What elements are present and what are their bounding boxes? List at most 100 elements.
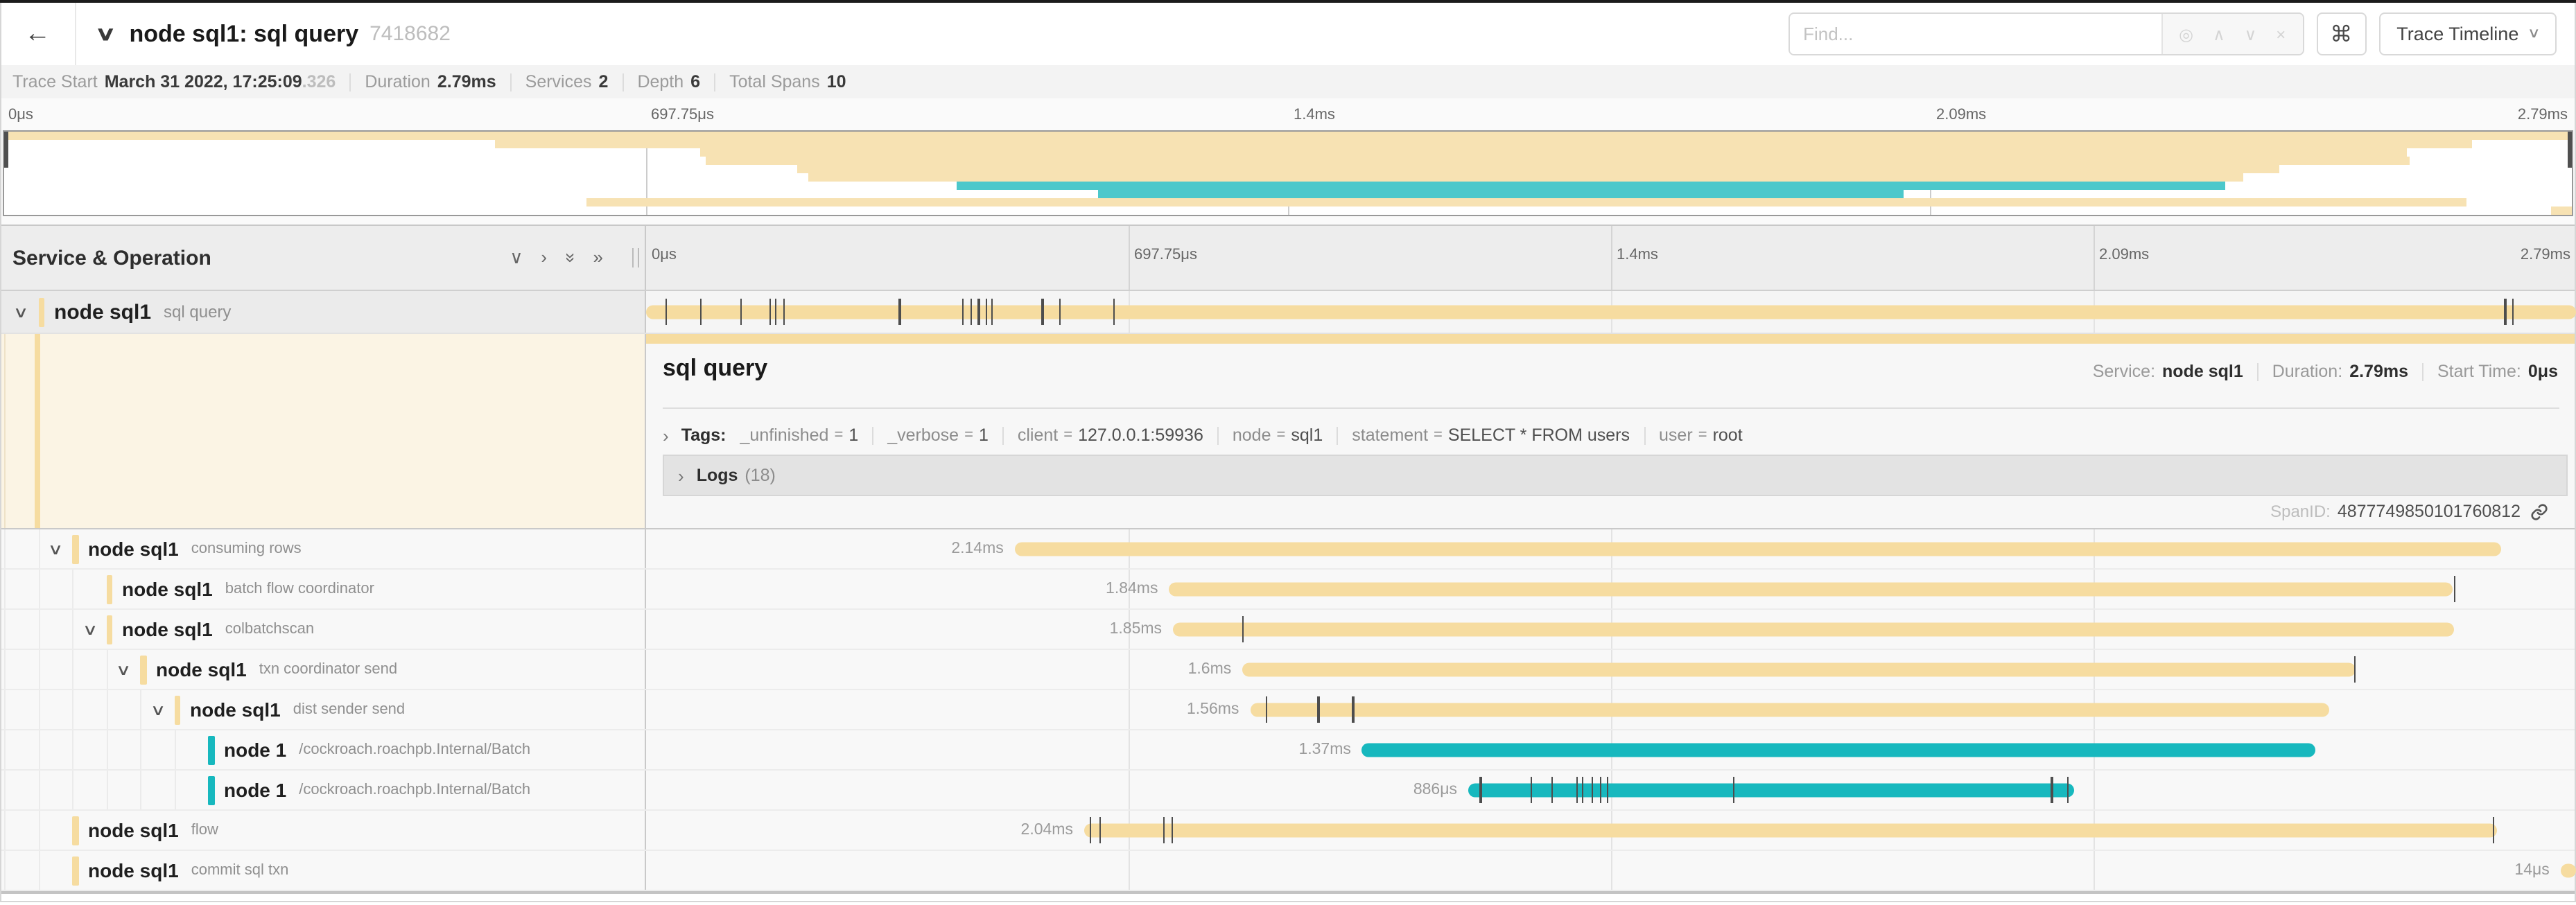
logs-count: (18) [745, 466, 775, 485]
span-bar-cell[interactable]: 1.6ms [646, 650, 2576, 689]
span-name-cell[interactable]: node sql1batch flow coordinator [0, 570, 646, 608]
span-detail-left-panel [0, 334, 646, 528]
separator [1217, 426, 1219, 444]
double-chevron-right-icon[interactable]: » [593, 247, 603, 269]
detail-meta-label: Start Time: [2437, 362, 2521, 381]
span-color-accent [72, 534, 78, 563]
tree-guide [38, 570, 72, 608]
tree-guide [72, 690, 106, 729]
column-resizer-handle[interactable] [632, 248, 639, 267]
tag-value: 1 [979, 425, 989, 445]
minimap-span-bar [957, 182, 2225, 190]
find-next-icon[interactable]: ∨ [2245, 24, 2257, 44]
span-duration-bar[interactable] [1173, 623, 2455, 636]
summary-label: Depth [637, 72, 684, 91]
separator [622, 73, 623, 91]
find-clear-icon[interactable]: × [2276, 24, 2286, 44]
double-chevron-down-icon[interactable]: » [559, 253, 581, 263]
chevron-down-icon[interactable]: ∨ [116, 660, 132, 678]
span-service-name: node sql1 [122, 578, 213, 600]
span-log-tick [776, 299, 777, 325]
span-duration-bar[interactable] [1242, 663, 2356, 676]
span-duration-bar[interactable] [646, 306, 2576, 319]
tree-guide [140, 771, 174, 809]
span-log-tick [783, 299, 785, 325]
span-service-name: node sql1 [88, 859, 179, 881]
span-name-cell[interactable]: ∨node sql1dist sender send [0, 690, 646, 729]
span-log-tick [971, 299, 972, 325]
back-button[interactable]: ← [0, 3, 76, 65]
tree-guide [4, 851, 38, 890]
chevron-down-icon[interactable]: ∨ [150, 701, 166, 719]
span-duration-bar[interactable] [1362, 744, 2315, 757]
span-name-cell[interactable]: ∨node sql1colbatchscan [0, 610, 646, 649]
span-bar-cell[interactable]: 14μs [646, 851, 2576, 890]
chevron-down-icon[interactable]: ∨ [82, 620, 98, 638]
span-duration-bar[interactable] [2561, 864, 2576, 877]
chevron-down-icon[interactable]: ∨ [48, 540, 64, 558]
span-row: node sql1 commit sql txn 14μs [0, 851, 2576, 891]
span-name-cell[interactable]: node 1/cockroach.roachpb.Internal/Batch [0, 730, 646, 769]
span-color-accent [140, 655, 146, 684]
span-log-tick [769, 299, 771, 325]
span-name-cell[interactable]: node 1/cockroach.roachpb.Internal/Batch [0, 771, 646, 809]
span-bar-row-root[interactable] [646, 291, 2576, 333]
span-color-accent [208, 735, 214, 764]
minimap-right-handle[interactable] [2568, 132, 2572, 168]
keyboard-shortcuts-button[interactable]: ⌘ [2316, 12, 2366, 55]
tree-guide [4, 811, 38, 850]
span-duration-label: 886μs [1413, 782, 1457, 798]
separator [714, 73, 715, 91]
span-duration-bar[interactable] [1015, 543, 2501, 556]
span-duration-bar[interactable] [1084, 824, 2497, 837]
minimap-span-bar [1098, 190, 1904, 198]
collapse-trace-icon[interactable]: ∨ [95, 22, 116, 46]
minimap-canvas[interactable] [3, 130, 2573, 216]
minimap-tick-label: 1.4ms [1294, 107, 1335, 123]
chevron-right-icon[interactable]: › [541, 247, 547, 269]
span-bar-cell[interactable]: 1.84ms [646, 570, 2576, 608]
span-name-root[interactable]: ∨ node sql1 sql query [0, 291, 646, 333]
span-bar-cell[interactable]: 1.56ms [646, 690, 2576, 729]
span-duration-bar[interactable] [1468, 784, 2074, 797]
tree-guide [106, 771, 140, 809]
span-duration-label: 2.14ms [951, 541, 1003, 557]
span-bar-cell[interactable]: 2.04ms [646, 811, 2576, 850]
span-id-label: SpanID: [2270, 502, 2331, 521]
link-icon[interactable] [2530, 502, 2548, 520]
chevron-down-icon[interactable]: ∨ [510, 247, 523, 269]
minimap-span-row [4, 157, 2572, 165]
span-name-cell[interactable]: ∨node sql1txn coordinator send [0, 650, 646, 689]
summary-value: 6 [690, 72, 700, 91]
view-selector-button[interactable]: Trace Timeline ∨ [2378, 12, 2557, 55]
span-name-cell[interactable]: node sql1 commit sql txn [0, 851, 646, 890]
span-bar-cell[interactable]: 886μs [646, 771, 2576, 809]
find-input[interactable] [1789, 14, 2161, 54]
span-name-cell[interactable]: ∨node sql1consuming rows [0, 529, 646, 568]
logs-accordion[interactable]: › Logs (18) [663, 455, 2568, 496]
span-log-tick [1266, 696, 1267, 723]
separator [2422, 362, 2423, 380]
span-log-tick [1042, 299, 1043, 325]
minimap-span-row [4, 198, 2572, 207]
span-name-cell[interactable]: node sql1flow [0, 811, 646, 850]
span-color-accent [106, 615, 112, 644]
find-prev-icon[interactable]: ∧ [2213, 24, 2225, 44]
span-bar-cell[interactable]: 1.85ms [646, 610, 2576, 649]
tree-guide [4, 771, 38, 809]
span-duration-mini-bar [646, 334, 2576, 343]
span-bar-cell[interactable]: 2.14ms [646, 529, 2576, 568]
minimap-left-handle[interactable] [4, 132, 8, 168]
span-duration-label: 1.84ms [1106, 581, 1158, 597]
span-log-tick [2051, 777, 2053, 803]
span-duration-bar[interactable] [1169, 583, 2452, 596]
span-duration-bar[interactable] [1250, 703, 2329, 717]
locate-icon[interactable]: ◎ [2179, 24, 2193, 44]
timeline-tick-label: 0μs [652, 247, 677, 263]
span-log-tick [1582, 777, 1583, 803]
tags-accordion[interactable]: › Tags: _unfinished=1_verbose=1client=12… [663, 419, 1743, 452]
span-bar-cell[interactable]: 1.37ms [646, 730, 2576, 769]
chevron-down-icon[interactable]: ∨ [13, 303, 29, 321]
span-operation-name: commit sql txn [191, 862, 289, 879]
tree-guide [38, 650, 72, 689]
